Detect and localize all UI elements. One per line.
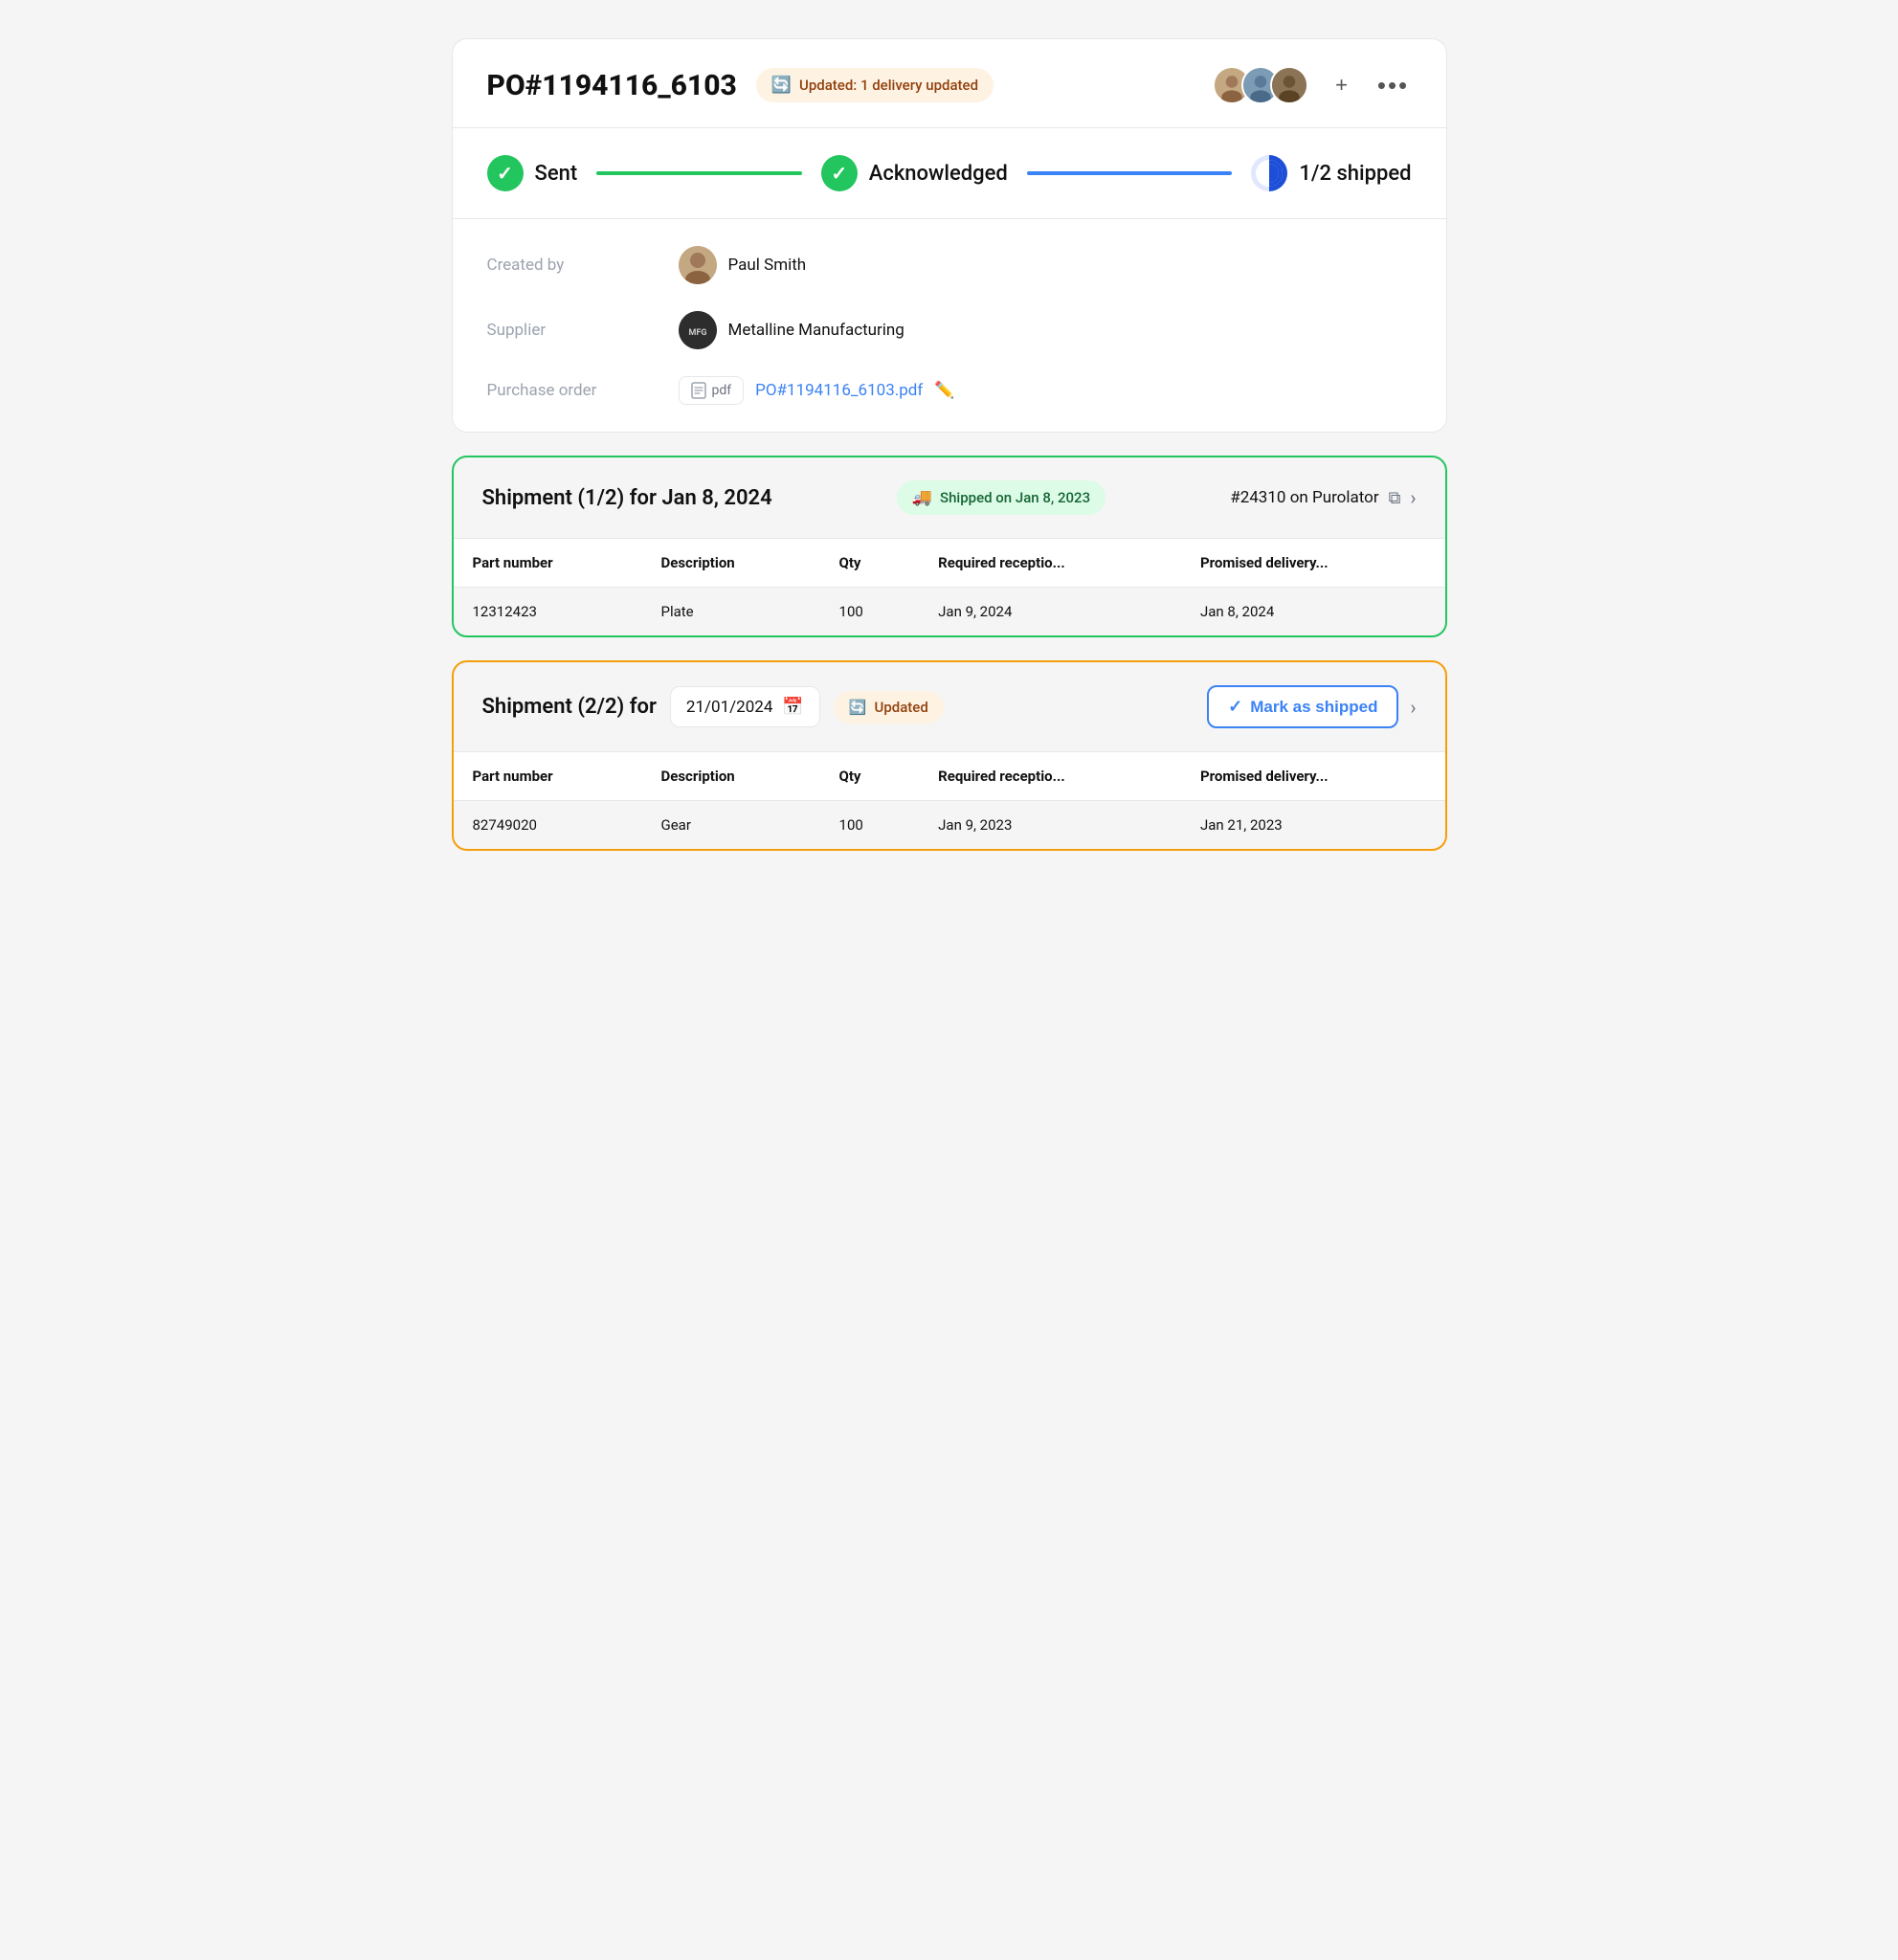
mark-as-shipped-button[interactable]: ✓ Mark as shipped	[1207, 685, 1398, 728]
supplier-avatar: MFG	[679, 311, 717, 349]
shipment-2-chevron-icon[interactable]: ›	[1410, 696, 1416, 719]
supplier-row: Supplier MFG Metalline Manufacturing	[487, 311, 1412, 349]
copy-icon[interactable]: ⧉	[1389, 488, 1401, 508]
paul-smith-avatar	[679, 246, 717, 284]
cell-description: Plate	[642, 588, 820, 636]
po-title: PO#1194116_6103	[487, 69, 737, 102]
half-shipped-icon	[1251, 155, 1287, 191]
avatar-3	[1270, 66, 1308, 104]
shipment-1-table: Part number Description Qty Required rec…	[454, 538, 1445, 635]
sent-check-icon: ✓	[497, 162, 513, 185]
shipment-2-header: Shipment (2/2) for 21/01/2024 📅 🔄 Update…	[454, 662, 1445, 751]
details-section: Created by Paul Smith Supplier	[453, 218, 1446, 432]
shipment-1-reference: #24310 on Purolator ⧉ ›	[1230, 486, 1416, 509]
purchase-order-row: Purchase order pdf PO#1194116_6103.pdf ✏…	[487, 376, 1412, 405]
acknowledged-icon-circle: ✓	[821, 155, 858, 191]
svg-text:MFG: MFG	[688, 328, 706, 338]
shipment-1-card: Shipment (1/2) for Jan 8, 2024 🚚 Shipped…	[452, 456, 1447, 637]
col-part-number-2: Part number	[454, 752, 642, 801]
acknowledged-label: Acknowledged	[869, 162, 1008, 186]
shipment-1-header-row: Part number Description Qty Required rec…	[454, 539, 1445, 588]
supplier-name: Metalline Manufacturing	[728, 321, 904, 340]
cell-required-reception: Jan 9, 2024	[919, 588, 1181, 636]
pdf-label: pdf	[712, 383, 732, 398]
date-value: 21/01/2024	[686, 698, 772, 717]
page-container: PO#1194116_6103 🔄 Updated: 1 delivery up…	[452, 38, 1447, 851]
cell-qty: 100	[820, 588, 920, 636]
add-user-button[interactable]: +	[1324, 67, 1360, 103]
acknowledged-check-icon: ✓	[831, 162, 847, 185]
mark-shipped-label: Mark as shipped	[1250, 698, 1377, 717]
header-left: PO#1194116_6103 🔄 Updated: 1 delivery up…	[487, 68, 994, 102]
shipment-1-header: Shipment (1/2) for Jan 8, 2024 🚚 Shipped…	[454, 457, 1445, 538]
col-qty-2: Qty	[820, 752, 920, 801]
status-bar: ✓ Sent ✓ Acknowledged	[453, 127, 1446, 218]
shipment-2-actions: ✓ Mark as shipped ›	[1207, 685, 1416, 728]
status-line-acknowledged-shipped	[1027, 171, 1233, 175]
cell-description-2: Gear	[642, 801, 820, 850]
more-options-icon: •••	[1377, 71, 1409, 100]
truck-icon: 🚚	[912, 488, 932, 507]
cell-qty-2: 100	[820, 801, 920, 850]
pdf-badge: pdf	[679, 376, 745, 405]
status-acknowledged: ✓ Acknowledged	[821, 155, 1008, 191]
shipment-2-table: Part number Description Qty Required rec…	[454, 751, 1445, 849]
created-by-row: Created by Paul Smith	[487, 246, 1412, 284]
cell-part-number-2: 82749020	[454, 801, 642, 850]
update-badge-text: Updated: 1 delivery updated	[799, 77, 978, 94]
pdf-filename-link[interactable]: PO#1194116_6103.pdf	[755, 381, 923, 400]
col-promised-delivery: Promised delivery...	[1181, 539, 1445, 588]
header-card: PO#1194116_6103 🔄 Updated: 1 delivery up…	[452, 38, 1447, 433]
refresh-icon: 🔄	[771, 76, 792, 95]
table-row: 12312423 Plate 100 Jan 9, 2024 Jan 8, 20…	[454, 588, 1445, 636]
col-required-reception: Required receptio...	[919, 539, 1181, 588]
more-options-button[interactable]: •••	[1375, 67, 1412, 103]
date-field[interactable]: 21/01/2024 📅	[670, 686, 820, 727]
shipment-2-title-group: Shipment (2/2) for 21/01/2024 📅 🔄 Update…	[482, 686, 944, 727]
status-line-sent-acknowledged	[596, 171, 802, 175]
col-required-reception-2: Required receptio...	[919, 752, 1181, 801]
col-qty: Qty	[820, 539, 920, 588]
col-promised-delivery-2: Promised delivery...	[1181, 752, 1445, 801]
shipment-1-chevron-icon[interactable]: ›	[1410, 486, 1416, 509]
col-description-2: Description	[642, 752, 820, 801]
edit-icon[interactable]: ✏️	[934, 381, 954, 400]
updated-badge: 🔄 Updated	[834, 691, 944, 724]
shipped-badge-text: Shipped on Jan 8, 2023	[940, 489, 1090, 506]
status-sent: ✓ Sent	[487, 155, 578, 191]
purchase-order-value: pdf PO#1194116_6103.pdf ✏️	[679, 376, 955, 405]
purchase-order-label: Purchase order	[487, 381, 679, 400]
cell-required-reception-2: Jan 9, 2023	[919, 801, 1181, 850]
status-shipped: 1/2 shipped	[1251, 155, 1411, 191]
col-part-number: Part number	[454, 539, 642, 588]
shipment-1-title: Shipment (1/2) for Jan 8, 2024	[482, 486, 772, 510]
updated-refresh-icon: 🔄	[849, 699, 867, 716]
sent-icon-circle: ✓	[487, 155, 524, 191]
table-row: 82749020 Gear 100 Jan 9, 2023 Jan 21, 20…	[454, 801, 1445, 850]
shipment-2-card: Shipment (2/2) for 21/01/2024 📅 🔄 Update…	[452, 660, 1447, 851]
shipment-2-title: Shipment (2/2) for	[482, 695, 657, 719]
updated-badge-text: Updated	[875, 699, 928, 716]
check-blue-icon: ✓	[1228, 697, 1242, 717]
cell-promised-delivery: Jan 8, 2024	[1181, 588, 1445, 636]
cell-promised-delivery-2: Jan 21, 2023	[1181, 801, 1445, 850]
sent-label: Sent	[535, 162, 578, 186]
created-by-label: Created by	[487, 256, 679, 275]
pdf-file-icon	[691, 382, 706, 399]
col-description: Description	[642, 539, 820, 588]
created-by-value: Paul Smith	[679, 246, 807, 284]
header-top: PO#1194116_6103 🔄 Updated: 1 delivery up…	[453, 39, 1446, 127]
supplier-label: Supplier	[487, 321, 679, 340]
shipped-label: 1/2 shipped	[1299, 162, 1411, 186]
calendar-icon: 📅	[782, 697, 803, 717]
shipped-badge: 🚚 Shipped on Jan 8, 2023	[897, 480, 1105, 515]
header-right: + •••	[1213, 66, 1412, 104]
update-badge: 🔄 Updated: 1 delivery updated	[756, 68, 994, 102]
cell-part-number: 12312423	[454, 588, 642, 636]
shipment-1-ref-text: #24310 on Purolator	[1230, 488, 1378, 507]
shipment-2-header-row: Part number Description Qty Required rec…	[454, 752, 1445, 801]
created-by-name: Paul Smith	[728, 256, 807, 275]
avatars-group	[1213, 66, 1308, 104]
supplier-value: MFG Metalline Manufacturing	[679, 311, 904, 349]
